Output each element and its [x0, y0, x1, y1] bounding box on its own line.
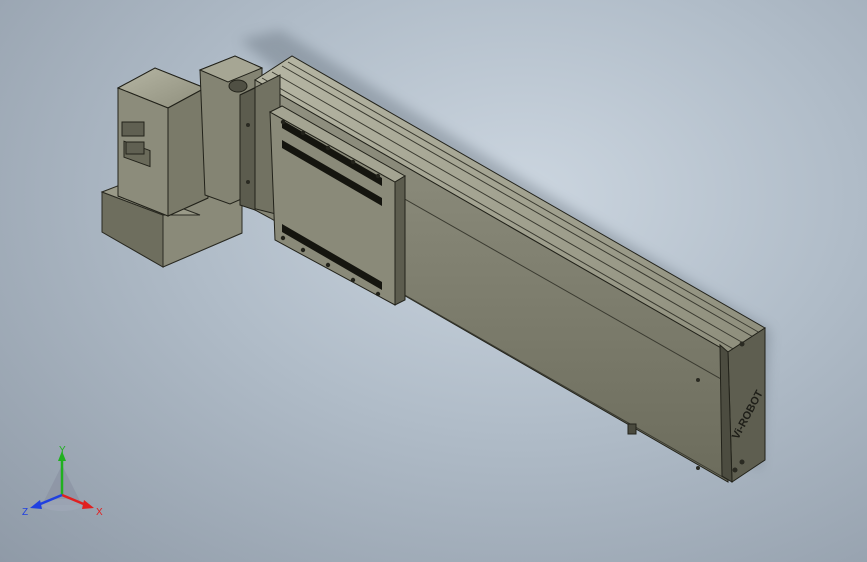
- triad-x-label: X: [96, 507, 103, 518]
- triad-z-arrow: [30, 500, 42, 509]
- orientation-triad[interactable]: Y X Z: [22, 445, 112, 525]
- triad-x-arrow: [82, 500, 94, 509]
- servo-motor[interactable]: [116, 67, 209, 217]
- triad-z-label: Z: [22, 507, 28, 518]
- triad-y-label: Y: [59, 445, 66, 456]
- graphics-viewport[interactable]: Vi-ROBOT Y X Z: [0, 0, 867, 562]
- cad-model[interactable]: Vi-ROBOT: [0, 0, 867, 562]
